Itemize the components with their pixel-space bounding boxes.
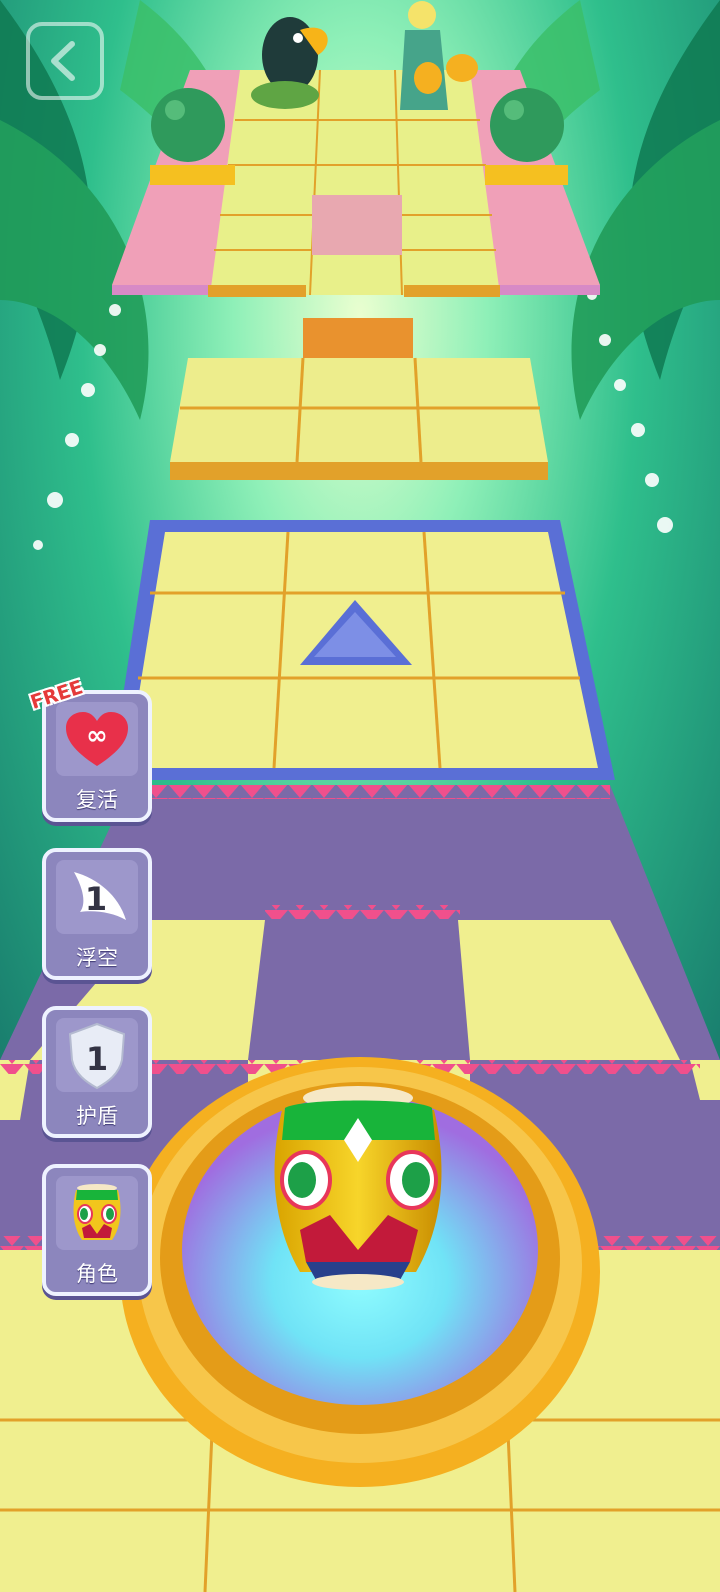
shield-icon: 1: [68, 1022, 126, 1090]
float-label: 浮空: [76, 946, 118, 970]
drum-character: [274, 1086, 442, 1290]
float-icon-wrap: 1: [56, 860, 138, 934]
character-icon-wrap: [56, 1176, 138, 1250]
revive-label: 复活: [76, 788, 118, 812]
character-button[interactable]: 角色: [42, 1164, 152, 1296]
revive-icon-wrap: ∞: [56, 702, 138, 776]
float-button[interactable]: 1 浮空: [42, 848, 152, 980]
character-drum-icon: [73, 1184, 121, 1240]
character-label: 角色: [76, 1262, 118, 1286]
back-button[interactable]: [26, 22, 104, 100]
orange-step: [303, 318, 413, 360]
shield-button[interactable]: 1 护盾: [42, 1006, 152, 1138]
shield-icon-wrap: 1: [56, 1018, 138, 1092]
float-count: 1: [85, 880, 107, 918]
revive-button[interactable]: ∞ FREE 复活: [28, 676, 152, 822]
infinity-heart-icon: ∞: [66, 712, 128, 766]
infinity-symbol: ∞: [86, 721, 108, 751]
wing-icon: 1: [74, 872, 126, 920]
chevron-left-icon: [51, 41, 75, 81]
shield-count: 1: [86, 1040, 108, 1078]
shield-label: 护盾: [76, 1104, 118, 1128]
middle-platform: [170, 357, 548, 480]
